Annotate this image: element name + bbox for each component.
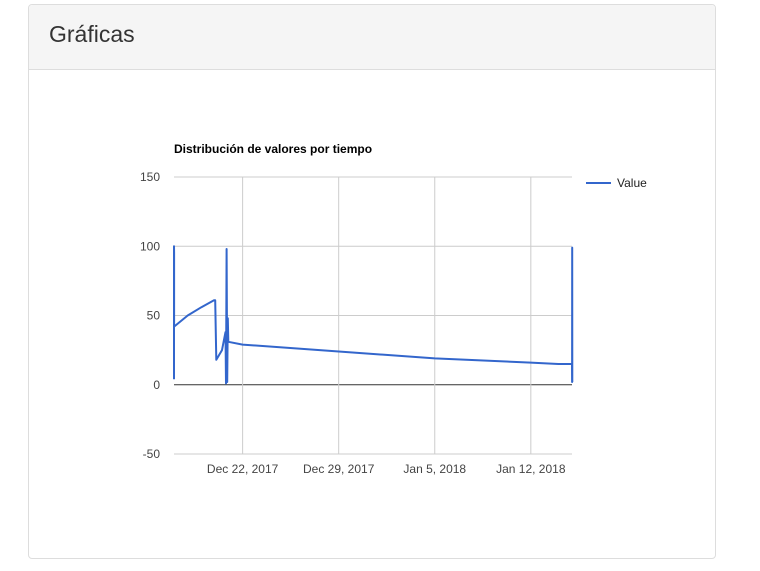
- x-tick-label: Jan 12, 2018: [496, 462, 566, 476]
- y-tick-label: 100: [140, 239, 160, 253]
- y-tick-label: 50: [147, 309, 161, 323]
- legend-label: Value: [617, 176, 647, 190]
- x-tick-label: Dec 22, 2017: [207, 462, 279, 476]
- y-tick-label: 150: [140, 170, 160, 184]
- y-tick-label: -50: [143, 447, 161, 461]
- y-tick-label: 0: [153, 378, 160, 392]
- chart-title: Distribución de valores por tiempo: [174, 142, 372, 156]
- series-line-value: [173, 245, 574, 385]
- x-tick-label: Jan 5, 2018: [403, 462, 466, 476]
- line-chart: Distribución de valores por tiempo 150 100…: [140, 142, 647, 476]
- x-tick-label: Dec 29, 2017: [303, 462, 375, 476]
